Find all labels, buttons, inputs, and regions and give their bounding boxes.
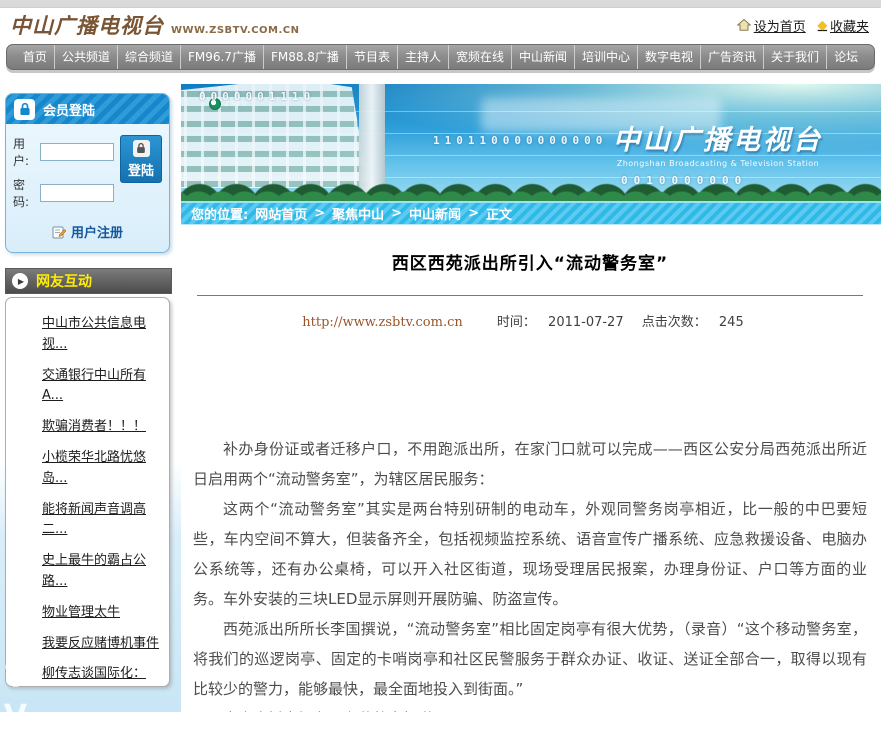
breadcrumb-item-news[interactable]: 中山新闻	[409, 204, 461, 223]
login-fields: 用户: 密码:	[13, 135, 114, 217]
site-header: 中山广播电视台 WWW.ZSBTV.COM.CN 设为首页 ◆ 收藏夹	[0, 8, 881, 42]
interaction-title: 网友互动	[36, 271, 92, 291]
breadcrumb-prefix: 您的位置:	[191, 204, 248, 223]
sidebar-link[interactable]: 能将新闻声音调高二...	[42, 500, 159, 542]
breadcrumb: 您的位置: 网站首页 > 聚焦中山 > 中山新闻 > 正文	[181, 201, 881, 225]
username-row: 用户:	[13, 135, 114, 169]
sidebar-link[interactable]: 欺骗消费者！！！	[42, 417, 159, 438]
breadcrumb-separator: >	[391, 206, 402, 221]
password-row: 密码:	[13, 176, 114, 210]
nav-item-home[interactable]: 首页	[16, 45, 54, 69]
banner-logo-en: Zhongshan Broadcasting & Television Stat…	[613, 159, 823, 168]
article-paragraph: 中山广播电视台记者黄静文报道。	[193, 704, 867, 712]
breadcrumb-separator: >	[468, 206, 479, 221]
nav-item-ads[interactable]: 广告资讯	[700, 45, 763, 69]
logo-title: 中山广播电视台	[10, 10, 164, 40]
sidebar-link[interactable]: 中山市公共信息电视...	[42, 314, 159, 356]
interaction-header: ▶ 网友互动	[5, 268, 172, 294]
binary-digits: 110110000000000	[433, 134, 607, 147]
nav-item-zhongshan-news[interactable]: 中山新闻	[511, 45, 574, 69]
sidebar-link[interactable]: 我要反应赌博机事件	[42, 634, 159, 655]
nav-item-digital-tv[interactable]: 数字电视	[637, 45, 700, 69]
breadcrumb-item-home[interactable]: 网站首页	[255, 204, 307, 223]
favorites-link[interactable]: ◆ 收藏夹	[818, 16, 869, 35]
banner-station-logo: 中山广播电视台 Zhongshan Broadcasting & Televis…	[613, 118, 823, 168]
binary-digits: 0000001110	[199, 90, 315, 103]
sidebar: 会员登陆 用户: 密码: 登陆	[0, 84, 181, 712]
username-label: 用户:	[13, 135, 37, 169]
login-form: 用户: 密码: 登陆	[6, 124, 169, 219]
logo-domain: WWW.ZSBTV.COM.CN	[171, 25, 300, 36]
article-paragraph: 补办身份证或者迁移户口，不用跑派出所，在家门口就可以完成——西区公安分局西苑派出…	[193, 434, 867, 494]
breadcrumb-item-focus[interactable]: 聚焦中山	[332, 204, 384, 223]
register-row: 用户注册	[6, 219, 169, 252]
member-login-title: 会员登陆	[43, 100, 95, 119]
source-url-link[interactable]: http://www.zsbtv.com.cn	[302, 315, 462, 330]
article-body: 补办身份证或者迁移户口，不用跑派出所，在家门口就可以完成——西区公安分局西苑派出…	[193, 434, 867, 712]
sidebar-link[interactable]: 交通银行中山所有A...	[42, 366, 159, 408]
nav-item-hosts[interactable]: 主持人	[397, 45, 448, 69]
breadcrumb-separator: >	[314, 206, 325, 221]
password-label: 密码:	[13, 176, 37, 210]
quick-links: 设为首页 ◆ 收藏夹	[737, 16, 869, 35]
banner-logo-cn: 中山广播电视台	[613, 118, 823, 157]
time-label: 时间：	[497, 315, 536, 330]
login-button[interactable]: 登陆	[120, 135, 162, 183]
register-icon	[52, 225, 66, 239]
nav-item-fm888[interactable]: FM88.8广播	[263, 45, 346, 69]
article: 西区西苑派出所引入“流动警务室” http://www.zsbtv.com.cn…	[181, 225, 881, 712]
time-value: 2011-07-27	[548, 315, 624, 330]
register-link[interactable]: 用户注册	[71, 222, 123, 241]
login-button-label: 登陆	[128, 160, 154, 179]
nav-item-general-channel[interactable]: 综合频道	[117, 45, 180, 69]
sidebar-link[interactable]: 柳传志谈国际化：首...	[42, 664, 159, 687]
nav-item-about[interactable]: 关于我们	[763, 45, 826, 69]
site-logo: 中山广播电视台 WWW.ZSBTV.COM.CN	[10, 10, 300, 40]
sidebar-watermark: ZSBTV	[0, 543, 33, 738]
login-button-lock-icon	[133, 140, 150, 157]
nav-item-forum[interactable]: 论坛	[826, 45, 865, 69]
clicks-value: 245	[719, 315, 744, 330]
main-column: ZSTV 0000001110 110110000000000 00100000…	[181, 84, 881, 712]
breadcrumb-item-current: 正文	[486, 204, 512, 223]
member-login-header: 会员登陆	[6, 94, 169, 124]
set-home-label: 设为首页	[754, 16, 806, 35]
station-banner-image: ZSTV 0000001110 110110000000000 00100000…	[181, 84, 881, 201]
set-home-link[interactable]: 设为首页	[737, 16, 806, 35]
sidebar-link[interactable]: 史上最牛的霸占公路...	[42, 551, 159, 593]
nav-item-broadband[interactable]: 宽频在线	[448, 45, 511, 69]
article-paragraph: 西苑派出所所长李国撰说，“流动警务室”相比固定岗亭有很大优势，（录音）“这个移动…	[193, 614, 867, 704]
password-input[interactable]	[40, 184, 114, 202]
article-meta: http://www.zsbtv.com.cn 时间： 2011-07-27 点…	[193, 311, 867, 330]
content-area: 会员登陆 用户: 密码: 登陆	[0, 84, 881, 712]
article-paragraph: 这两个“流动警务室”其实是两台特别研制的电动车，外观同警务岗亭相近，比一般的中巴…	[193, 494, 867, 614]
nav-item-fm967[interactable]: FM96.7广播	[180, 45, 263, 69]
main-nav: 首页 公共频道 综合频道 FM96.7广播 FM88.8广播 节目表 主持人 宽…	[6, 44, 875, 70]
username-input[interactable]	[40, 143, 114, 161]
clicks-label: 点击次数：	[642, 315, 707, 330]
title-divider	[197, 295, 863, 296]
nav-item-program-guide[interactable]: 节目表	[346, 45, 397, 69]
sidebar-link[interactable]: 小榄荣华北路忧悠岛...	[42, 448, 159, 490]
favorites-label: 收藏夹	[830, 16, 869, 35]
nav-item-public-channel[interactable]: 公共频道	[54, 45, 117, 69]
sidebar-link[interactable]: 物业管理太牛	[42, 603, 159, 624]
nav-item-training[interactable]: 培训中心	[574, 45, 637, 69]
diamond-icon: ◆	[818, 18, 827, 32]
top-strip	[0, 0, 881, 8]
home-icon	[737, 19, 751, 31]
banner-trees	[181, 174, 881, 201]
member-login-panel: 会员登陆 用户: 密码: 登陆	[5, 93, 170, 253]
article-title: 西区西苑派出所引入“流动警务室”	[193, 249, 867, 274]
play-circle-icon: ▶	[12, 273, 28, 289]
lock-icon	[14, 99, 35, 120]
